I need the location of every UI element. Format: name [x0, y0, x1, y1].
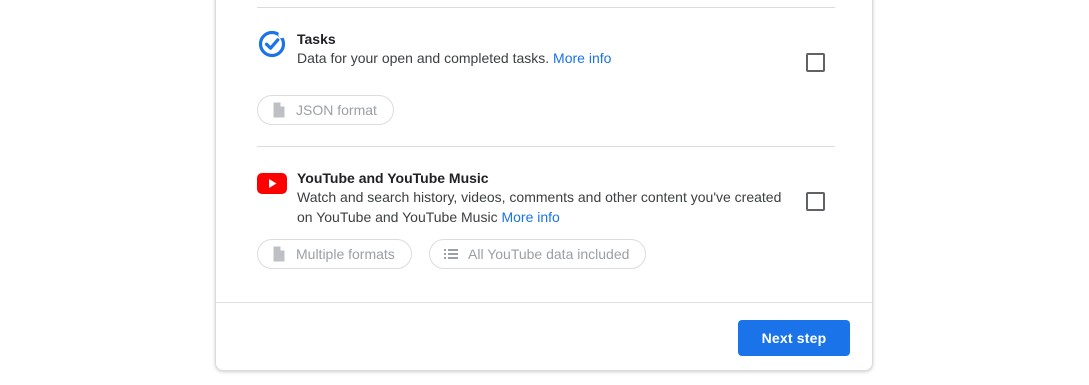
format-chip[interactable]: JSON format: [257, 95, 394, 125]
product-title: YouTube and YouTube Music: [297, 170, 489, 186]
product-description-text: Data for your open and completed tasks.: [297, 50, 550, 66]
file-icon: [273, 102, 285, 118]
next-step-button[interactable]: Next step: [738, 320, 850, 356]
file-icon: [273, 246, 285, 262]
section-divider: [257, 7, 835, 8]
product-description: Watch and search history, videos, commen…: [297, 187, 797, 227]
chip-label: Multiple formats: [296, 246, 395, 262]
product-title: Tasks: [297, 31, 336, 47]
content-chip[interactable]: All YouTube data included: [429, 239, 647, 269]
product-description: Data for your open and completed tasks. …: [297, 48, 797, 68]
list-icon: [444, 249, 458, 259]
export-card: Tasks Data for your open and completed t…: [215, 0, 873, 371]
format-chip[interactable]: Multiple formats: [257, 239, 412, 269]
tasks-icon: [257, 29, 287, 59]
chip-label: JSON format: [296, 102, 377, 118]
footer-divider: [216, 302, 872, 303]
chip-label: All YouTube data included: [468, 246, 630, 262]
more-info-link[interactable]: More info: [553, 50, 611, 66]
section-divider: [257, 146, 835, 147]
tasks-checkbox[interactable]: [806, 53, 825, 72]
more-info-link[interactable]: More info: [501, 209, 559, 225]
youtube-icon: [257, 173, 287, 203]
youtube-checkbox[interactable]: [806, 192, 825, 211]
